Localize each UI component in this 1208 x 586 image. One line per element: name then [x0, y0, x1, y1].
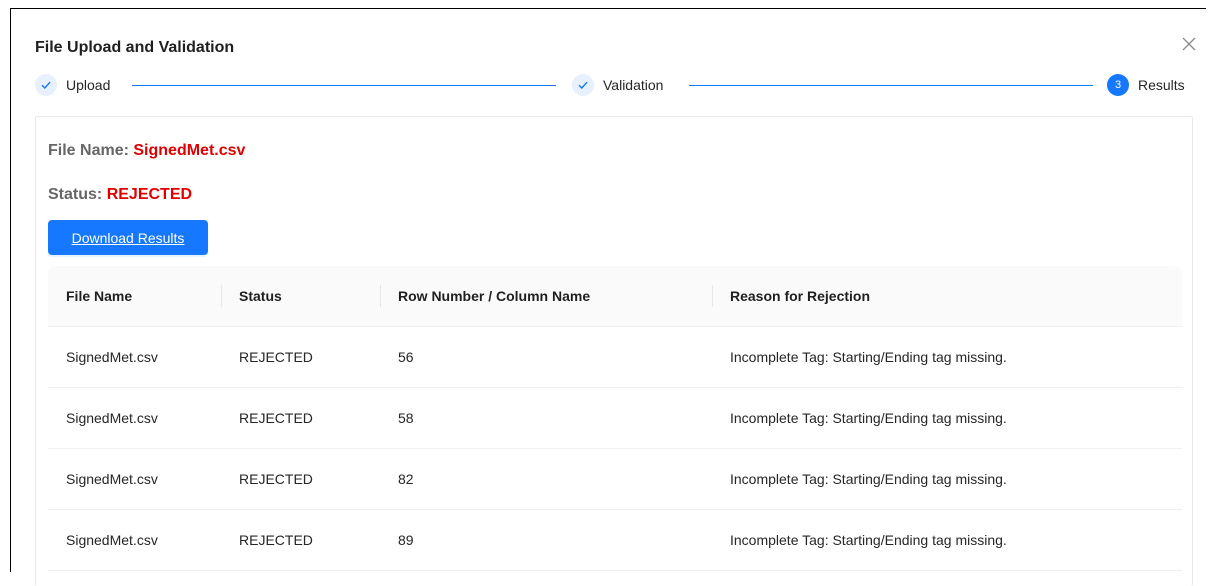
step-number-badge: 3 [1107, 74, 1129, 96]
check-icon [35, 74, 57, 96]
step-validation-label: Validation [603, 77, 664, 93]
check-icon [572, 74, 594, 96]
stepper: Upload Validation 3 Results [35, 73, 1193, 97]
table-header-row: File Name Status Row Number / Column Nam… [48, 266, 1182, 327]
cell-reason: Incomplete Tag: Starting/Ending tag miss… [712, 448, 1182, 510]
cell-status: REJECTED [221, 509, 380, 571]
step-connector [132, 85, 556, 86]
cell-row-number: 58 [380, 387, 712, 449]
step-upload[interactable]: Upload [35, 73, 110, 97]
close-button[interactable] [1180, 35, 1198, 53]
cell-row-number: 82 [380, 448, 712, 510]
cell-reason: Incomplete Tag: Starting/Ending tag miss… [712, 326, 1182, 388]
column-header-row-number: Row Number / Column Name [380, 266, 712, 327]
cell-file-name: SignedMet.csv [48, 387, 221, 449]
step-connector [689, 85, 1093, 86]
cell-row-number: 89 [380, 509, 712, 571]
status-line: Status: REJECTED [48, 185, 192, 205]
column-header-reason: Reason for Rejection [712, 266, 1182, 327]
step-results-label: Results [1138, 77, 1185, 93]
file-name-line: File Name: SignedMet.csv [48, 141, 245, 161]
column-header-file-name: File Name [48, 266, 221, 327]
table-row: SignedMet.csv REJECTED 58 Incomplete Tag… [48, 387, 1182, 449]
cell-file-name: SignedMet.csv [48, 448, 221, 510]
file-name-label: File Name: [48, 142, 129, 159]
step-validation[interactable]: Validation [572, 73, 663, 97]
step-results[interactable]: 3 Results [1107, 73, 1185, 97]
cell-status: REJECTED [221, 387, 380, 449]
file-name-value: SignedMet.csv [133, 142, 246, 159]
table-row: SignedMet.csv REJECTED 56 Incomplete Tag… [48, 326, 1182, 388]
download-results-button[interactable]: Download Results [48, 220, 208, 255]
file-upload-modal: File Upload and Validation Upload Valida… [10, 8, 1206, 586]
cell-status: REJECTED [221, 448, 380, 510]
cell-reason: Incomplete Tag: Starting/Ending tag miss… [712, 509, 1182, 571]
cell-file-name: SignedMet.csv [48, 509, 221, 571]
cell-file-name: SignedMet.csv [48, 326, 221, 388]
modal-title: File Upload and Validation [35, 39, 235, 56]
table-row: SignedMet.csv REJECTED 82 Incomplete Tag… [48, 448, 1182, 510]
cell-status: REJECTED [221, 326, 380, 388]
column-header-status: Status [221, 266, 380, 327]
results-panel: File Name: SignedMet.csv Status: REJECTE… [35, 116, 1193, 586]
cell-reason: Incomplete Tag: Starting/Ending tag miss… [712, 387, 1182, 449]
status-label: Status: [48, 186, 103, 203]
table-row: SignedMet.csv REJECTED 89 Incomplete Tag… [48, 509, 1182, 571]
cell-row-number: 56 [380, 326, 712, 388]
results-table: File Name Status Row Number / Column Nam… [48, 266, 1182, 571]
status-value: REJECTED [106, 186, 193, 203]
close-icon [1182, 37, 1196, 51]
step-upload-label: Upload [66, 77, 111, 93]
